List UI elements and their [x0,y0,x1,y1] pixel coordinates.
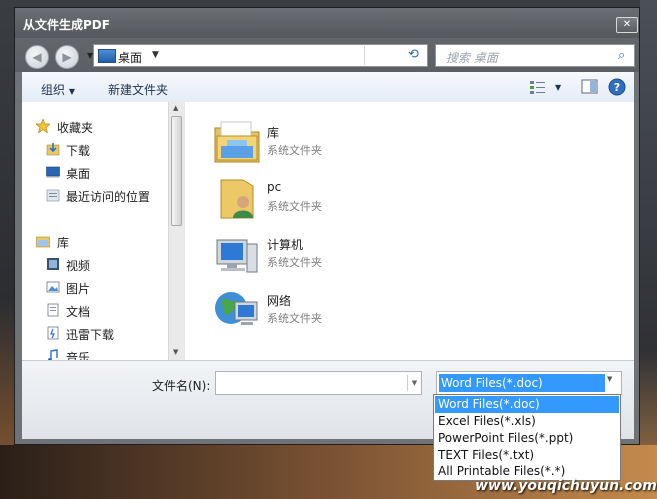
nav-item-thunder[interactable]: 迅雷下载 [22,324,168,344]
file-item-pc-name: pc [267,180,282,194]
nav-item-thunder-label: 迅雷下载 [66,328,115,342]
address-field[interactable]: 桌面 ▼ ⟲ [93,44,428,67]
nav-item-documents[interactable]: 文档 [22,301,168,321]
file-item-library[interactable]: 库 系统文件夹 [213,118,473,170]
address-bar-row: ◀ ▶ ▼ 桌面 ▼ ⟲ 搜索 桌面 ⌕ [15,38,639,72]
open-file-dialog: 从文件生成PDF ✕ ◀ ▶ ▼ 桌面 ▼ ⟲ 搜索 桌面 ⌕ 组织 ▼ 新建文… [14,7,640,445]
file-item-network-type: 系统文件夹 [267,312,322,325]
view-options-icon[interactable] [529,79,547,95]
preview-pane-icon[interactable] [581,79,599,95]
browser-content: 收藏夹 下载 桌面 最近访问的位置 库 视频 图片 文档 迅雷下载 音乐 ▲ ▼… [22,102,634,360]
file-item-computer[interactable]: 计算机 系统文件夹 [213,230,473,282]
dialog-title: 从文件生成PDF [23,18,110,32]
file-item-computer-type: 系统文件夹 [267,256,322,269]
watermark: www.youqichuyun.com [475,478,657,494]
file-item-library-type: 系统文件夹 [267,144,322,157]
download-folder-icon [46,143,60,156]
help-icon[interactable]: ? [608,78,626,96]
nav-favorites[interactable]: 收藏夹 [22,117,168,137]
new-folder-button[interactable]: 新建文件夹 [108,81,168,98]
music-icon [48,349,58,360]
address-location: 桌面 [118,51,143,65]
organize-button[interactable]: 组织 ▼ [41,81,75,98]
computer-icon [216,239,258,273]
nav-item-recent[interactable]: 最近访问的位置 [22,186,168,206]
nav-item-video-label: 视频 [66,259,91,273]
refresh-icon[interactable]: ⟲ [408,47,419,62]
nav-libraries-label: 库 [57,236,70,250]
file-item-network[interactable]: 网络 系统文件夹 [213,286,473,338]
recent-places-icon [46,189,60,202]
filetype-dropdown-list: Word Files(*.doc) Excel Files(*.xls) Pow… [433,394,621,481]
nav-item-desktop[interactable]: 桌面 [22,163,168,183]
nav-item-downloads[interactable]: 下载 [22,140,168,160]
filename-field[interactable]: ▼ [215,371,422,395]
search-placeholder: 搜索 桌面 [446,51,498,65]
filetype-select[interactable]: Word Files(*.doc) ▼ [436,371,622,395]
nav-item-pictures-label: 图片 [66,282,91,296]
file-item-library-name: 库 [267,126,280,140]
organize-label: 组织 [41,83,66,97]
nav-item-desktop-label: 桌面 [66,167,91,181]
desktop-icon [98,49,116,63]
file-list: 库 系统文件夹 pc 系统文件夹 计算机 系统文件夹 网络 系统文件夹 [185,102,634,360]
search-icon[interactable]: ⌕ [618,48,625,63]
file-item-pc-type: 系统文件夹 [267,200,322,213]
desktop-background-right [640,0,657,499]
filetype-option[interactable]: PowerPoint Files(*.ppt) [435,430,619,447]
nav-scrollbar[interactable]: ▲ ▼ [168,102,185,360]
search-input[interactable]: 搜索 桌面 ⌕ [435,44,635,67]
filetype-option[interactable]: Excel Files(*.xls) [435,413,619,430]
forward-arrow-icon: ▶ [62,50,72,64]
back-button[interactable]: ◀ [25,45,49,69]
nav-item-music[interactable]: 音乐 [22,347,168,360]
close-button[interactable]: ✕ [616,17,638,33]
library-icon [214,121,260,163]
desktop-icon [46,166,60,178]
nav-favorites-label: 收藏夹 [57,121,94,135]
svg-text:?: ? [614,81,620,94]
video-icon [47,258,59,270]
filetype-selected: Word Files(*.doc) [439,374,605,392]
back-arrow-icon: ◀ [32,50,42,64]
documents-icon [47,303,59,317]
nav-item-music-label: 音乐 [66,351,91,360]
chevron-down-icon[interactable]: ▼ [152,50,159,60]
chevron-down-icon[interactable]: ▼ [607,375,612,383]
thunder-download-icon [47,326,59,340]
filename-label: 文件名(N): [152,379,211,393]
pictures-icon [46,281,60,293]
scroll-down-icon[interactable]: ▼ [173,348,178,356]
scroll-thumb[interactable] [171,116,182,226]
filetype-option[interactable]: Word Files(*.doc) [435,396,619,413]
library-icon [36,236,50,248]
nav-libraries[interactable]: 库 [22,232,168,252]
file-item-computer-name: 计算机 [267,238,304,252]
chevron-down-icon: ▼ [68,87,75,96]
nav-item-video[interactable]: 视频 [22,255,168,275]
title-bar: 从文件生成PDF ✕ [15,8,639,38]
network-icon [215,292,258,325]
filename-history-dropdown[interactable]: ▼ [407,375,421,391]
filetype-option[interactable]: TEXT Files(*.txt) [435,447,619,464]
nav-item-downloads-label: 下载 [66,144,91,158]
forward-button[interactable]: ▶ [55,45,79,69]
file-item-network-name: 网络 [267,294,292,308]
navigation-pane: 收藏夹 下载 桌面 最近访问的位置 库 视频 图片 文档 迅雷下载 音乐 [22,102,168,360]
nav-item-pictures[interactable]: 图片 [22,278,168,298]
scroll-up-icon[interactable]: ▲ [173,104,178,112]
nav-item-documents-label: 文档 [66,305,91,319]
address-divider [364,46,365,65]
command-toolbar: 组织 ▼ 新建文件夹 ▼ ? [22,72,634,103]
star-icon [36,119,50,133]
view-dropdown-icon[interactable]: ▼ [555,83,561,92]
nav-item-recent-label: 最近访问的位置 [66,190,151,204]
file-item-pc[interactable]: pc 系统文件夹 [213,174,473,226]
user-folder-icon [220,179,254,219]
